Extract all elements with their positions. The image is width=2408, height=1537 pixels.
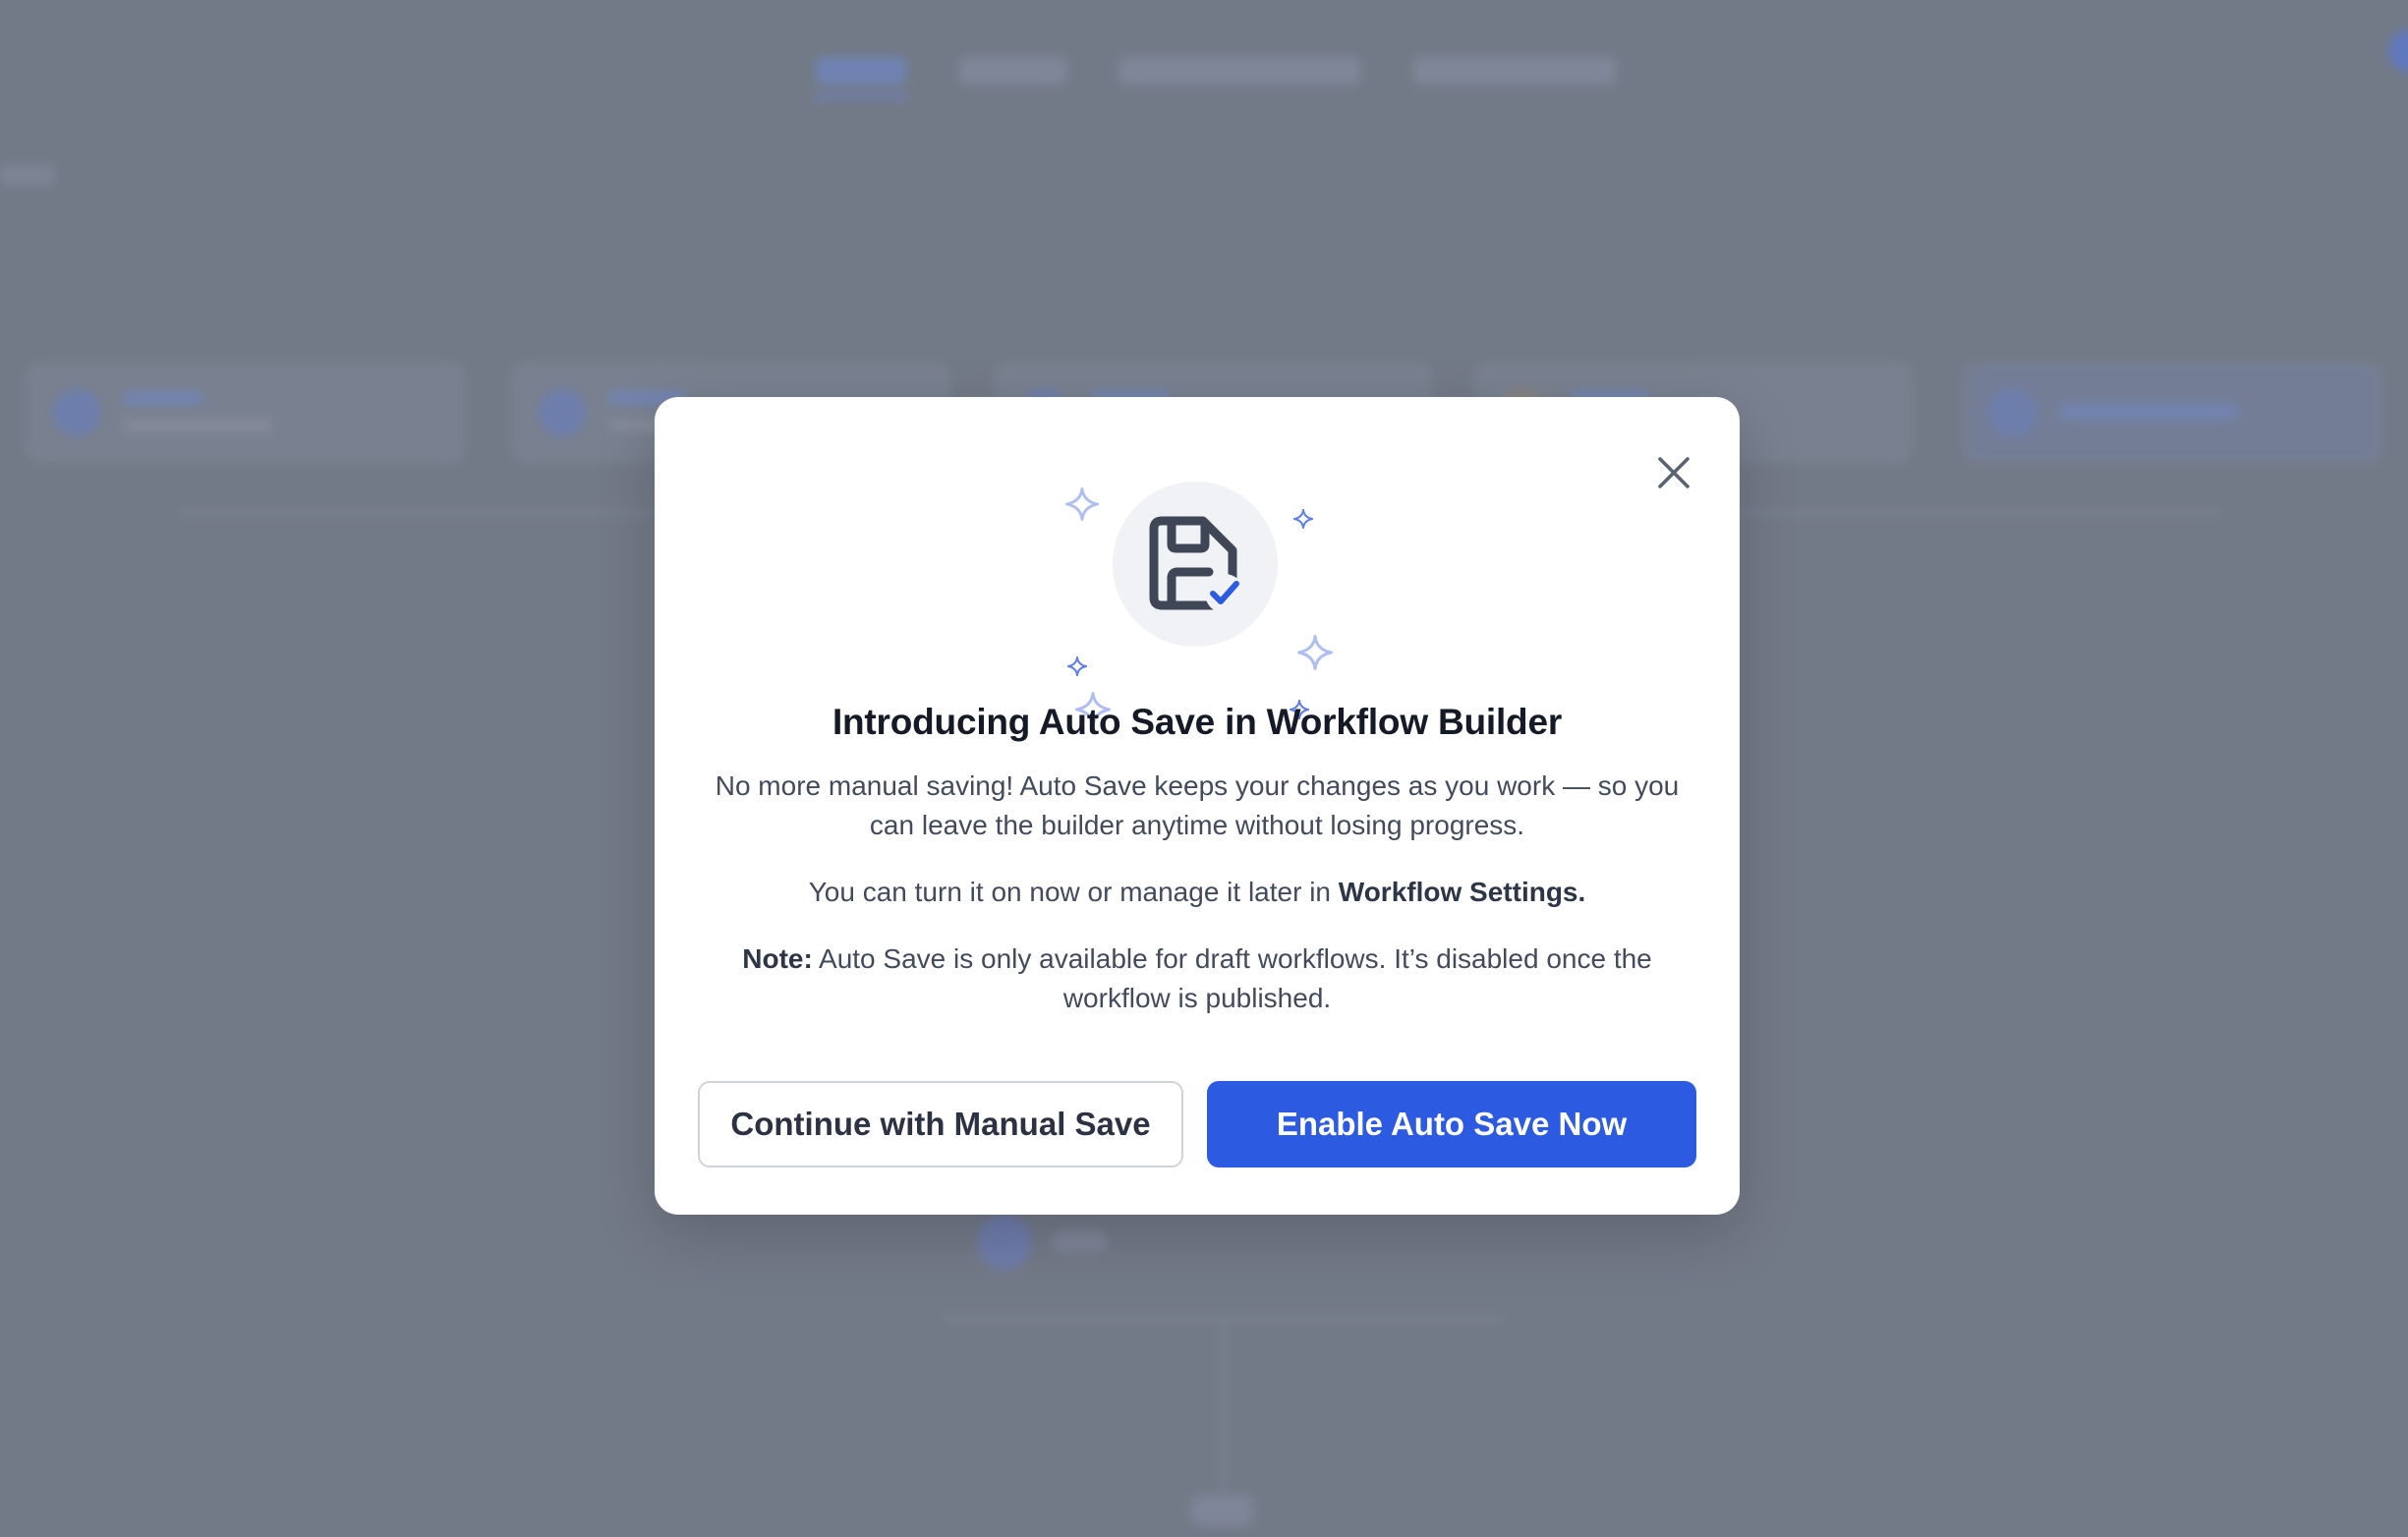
save-check-icon xyxy=(1149,516,1244,613)
bg-pill xyxy=(1191,1496,1254,1525)
draft-note: Note: Auto Save is only available for dr… xyxy=(704,939,1691,1018)
auto-save-modal: Introducing Auto Save in Workflow Builde… xyxy=(655,397,1740,1215)
sparkle-icon xyxy=(1293,509,1313,529)
avatar xyxy=(2388,29,2408,73)
bg-tab xyxy=(959,57,1067,85)
bg-step-card xyxy=(1964,364,2380,462)
note-text: Auto Save is only available for draft wo… xyxy=(812,943,1652,1013)
settings-hint-text: You can turn it on now or manage it late… xyxy=(808,877,1339,907)
modal-title: Introducing Auto Save in Workflow Builde… xyxy=(831,702,1563,742)
enable-auto-save-button[interactable]: Enable Auto Save Now xyxy=(1207,1081,1696,1167)
bg-node xyxy=(977,1215,1032,1270)
bg-tab xyxy=(816,57,906,85)
sparkle-icon xyxy=(1065,487,1099,521)
hero-circle xyxy=(1113,482,1278,647)
workflow-settings-text: Workflow Settings. xyxy=(1338,877,1586,907)
bg-connector xyxy=(1221,1317,1225,1494)
hero-illustration xyxy=(655,472,1740,727)
modal-description: No more manual saving! Auto Save keeps y… xyxy=(715,770,1680,840)
bg-tab xyxy=(1118,57,1360,85)
breadcrumb xyxy=(0,165,55,185)
sparkle-icon xyxy=(1297,635,1333,670)
bg-tab xyxy=(1413,57,1616,85)
continue-manual-save-button[interactable]: Continue with Manual Save xyxy=(698,1081,1183,1167)
bg-step-card xyxy=(28,364,464,462)
sparkle-icon xyxy=(1067,656,1087,676)
bg-tab-underline xyxy=(814,94,908,100)
bg-pill xyxy=(1052,1230,1107,1252)
settings-hint: You can turn it on now or manage it late… xyxy=(704,873,1691,912)
note-label: Note: xyxy=(742,943,813,974)
